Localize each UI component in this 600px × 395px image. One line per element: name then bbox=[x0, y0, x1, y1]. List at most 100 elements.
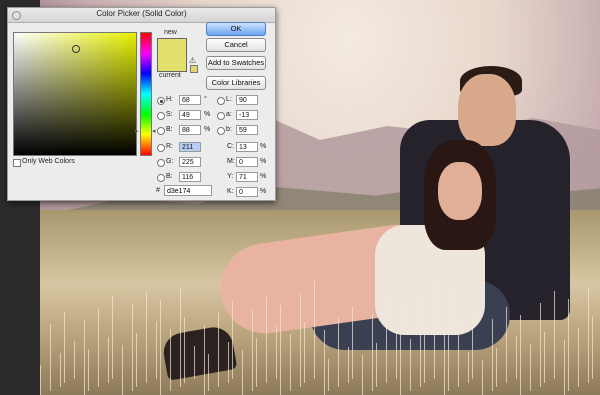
grass-blade bbox=[170, 329, 171, 391]
lightness-field[interactable]: 90 bbox=[236, 95, 258, 105]
blue-field[interactable]: 116 bbox=[179, 172, 201, 182]
grass-blade bbox=[194, 346, 195, 379]
grass-blade bbox=[300, 293, 301, 387]
grass-blade bbox=[98, 308, 99, 387]
grass-blade bbox=[544, 332, 545, 383]
lightness-radio[interactable] bbox=[217, 97, 225, 105]
hue-slider[interactable] bbox=[140, 32, 152, 156]
yellow-label: Y: bbox=[227, 173, 234, 180]
grass-blade bbox=[472, 311, 473, 379]
brightness-field[interactable]: 88 bbox=[179, 125, 201, 135]
grass-blade bbox=[184, 317, 185, 383]
gamut-warning-icon[interactable]: ⚠ bbox=[189, 56, 196, 65]
b-channel-field[interactable]: 59 bbox=[236, 125, 258, 135]
grass-blade bbox=[256, 338, 257, 387]
saturation-label: S: bbox=[166, 111, 173, 118]
saturation-unit: % bbox=[204, 111, 211, 118]
red-label: R: bbox=[166, 143, 173, 150]
magenta-field[interactable]: 0 bbox=[236, 157, 258, 167]
only-web-colors-label: Only Web Colors bbox=[22, 158, 75, 165]
saturation-radio[interactable] bbox=[157, 112, 165, 120]
blue-label: B: bbox=[166, 173, 173, 180]
grass-blade bbox=[108, 337, 109, 383]
grass-blade bbox=[564, 340, 565, 395]
grass-blade bbox=[180, 288, 181, 387]
grass-blade bbox=[568, 299, 569, 391]
hue-slider-right-arrow-icon[interactable]: ◂ bbox=[152, 127, 156, 135]
grass-blade bbox=[74, 341, 75, 379]
color-selection-marker[interactable] bbox=[72, 45, 80, 53]
brightness-radio[interactable] bbox=[157, 127, 165, 135]
grass-blade bbox=[290, 334, 291, 391]
woman-face bbox=[438, 162, 482, 220]
grass-blade bbox=[160, 300, 161, 395]
grass-blade bbox=[458, 323, 459, 387]
grass-blade bbox=[348, 347, 349, 383]
grass-blade bbox=[434, 286, 435, 379]
grass-blade bbox=[146, 292, 147, 383]
man-head bbox=[458, 74, 516, 146]
grass-blade bbox=[424, 327, 425, 383]
new-color-label: new bbox=[164, 29, 177, 36]
grass-blade bbox=[50, 324, 51, 391]
grass-blade bbox=[520, 315, 521, 395]
grass-blade bbox=[122, 345, 123, 395]
grass-blade bbox=[324, 330, 325, 395]
grass-blade bbox=[554, 291, 555, 379]
hue-slider-left-arrow-icon[interactable]: ▸ bbox=[135, 127, 139, 135]
title-bar[interactable]: Color Picker (Solid Color) bbox=[8, 8, 275, 23]
brightness-label: B: bbox=[166, 126, 173, 133]
add-to-swatches-button[interactable]: Add to Swatches bbox=[206, 56, 266, 70]
red-field[interactable]: 211 bbox=[179, 142, 201, 152]
grass-blade bbox=[232, 301, 233, 379]
grass-blade bbox=[136, 333, 137, 387]
black-unit: % bbox=[260, 188, 267, 195]
grass-blade bbox=[592, 316, 593, 379]
ok-button[interactable]: OK bbox=[206, 22, 266, 36]
green-field[interactable]: 225 bbox=[179, 157, 201, 167]
hex-field[interactable]: d3e174 bbox=[164, 185, 212, 196]
grass-blade bbox=[266, 297, 267, 383]
color-libraries-button[interactable]: Color Libraries bbox=[206, 76, 266, 90]
green-radio[interactable] bbox=[157, 159, 165, 167]
current-color-label: current bbox=[159, 72, 181, 79]
grass-blade bbox=[444, 335, 445, 395]
color-picker-dialog: Color Picker (Solid Color) ▸ ◂ new curre… bbox=[7, 7, 276, 201]
only-web-colors-checkbox[interactable] bbox=[13, 159, 21, 167]
yellow-field[interactable]: 71 bbox=[236, 172, 258, 182]
grass-blade bbox=[132, 304, 133, 391]
yellow-unit: % bbox=[260, 173, 267, 180]
web-safe-color-chip[interactable] bbox=[190, 65, 198, 73]
cyan-field[interactable]: 13 bbox=[236, 142, 258, 152]
grass-blade bbox=[64, 312, 65, 383]
cancel-button[interactable]: Cancel bbox=[206, 38, 266, 52]
b-channel-radio[interactable] bbox=[217, 127, 225, 135]
saturation-brightness-field[interactable] bbox=[13, 32, 137, 156]
saturation-field[interactable]: 49 bbox=[179, 110, 201, 120]
grass-blade bbox=[314, 281, 315, 379]
grass-blade bbox=[530, 344, 531, 391]
hue-label: H: bbox=[166, 96, 173, 103]
grass-blade bbox=[410, 339, 411, 391]
grass-blade bbox=[242, 350, 243, 395]
grass-blade bbox=[204, 325, 205, 395]
grass-blade bbox=[352, 306, 353, 379]
grass-blade bbox=[448, 294, 449, 391]
red-radio[interactable] bbox=[157, 144, 165, 152]
lightness-label: L: bbox=[226, 96, 232, 103]
grass-blade bbox=[304, 322, 305, 383]
grass-blade bbox=[338, 318, 339, 387]
grass-blade bbox=[386, 302, 387, 383]
grass-blade bbox=[376, 343, 377, 387]
hue-radio[interactable] bbox=[157, 97, 165, 105]
blue-radio[interactable] bbox=[157, 174, 165, 182]
grass-blade bbox=[420, 298, 421, 387]
a-channel-field[interactable]: -13 bbox=[236, 110, 258, 120]
grass-blade bbox=[218, 313, 219, 387]
hue-field[interactable]: 68 bbox=[179, 95, 201, 105]
a-channel-radio[interactable] bbox=[217, 112, 225, 120]
cyan-label: C: bbox=[227, 143, 234, 150]
black-field[interactable]: 0 bbox=[236, 187, 258, 197]
grass-blade bbox=[328, 359, 329, 391]
grass-blade bbox=[468, 352, 469, 383]
